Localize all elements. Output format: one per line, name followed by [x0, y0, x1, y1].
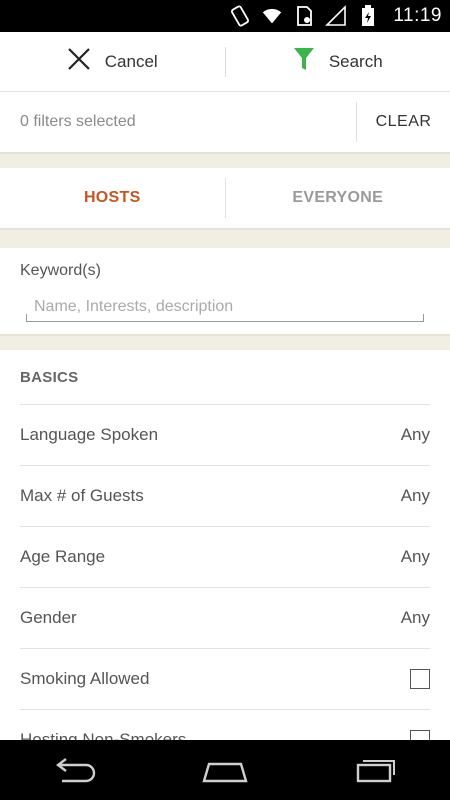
status-time: 11:19 [393, 5, 442, 26]
section-gap [0, 334, 450, 350]
filter-icon [293, 46, 315, 77]
row-label: Language Spoken [20, 425, 159, 444]
section-gap [0, 152, 450, 168]
hosting-non-smokers-row[interactable]: Hosting Non-Smokers [20, 710, 430, 740]
row-label: Age Range [20, 547, 106, 566]
nav-bar [0, 740, 450, 800]
row-label: Max # of Guests [20, 486, 144, 505]
row-value: Any [400, 425, 430, 444]
gender-row[interactable]: Gender Any [20, 588, 430, 649]
search-button[interactable]: Search [226, 32, 450, 91]
sim-icon [293, 5, 315, 27]
max-guests-row[interactable]: Max # of Guests Any [20, 466, 430, 527]
row-value: Any [400, 486, 430, 505]
language-spoken-row[interactable]: Language Spoken Any [20, 405, 430, 466]
tab-everyone[interactable]: EVERYONE [226, 168, 450, 228]
rotate-icon [229, 5, 251, 27]
basics-section: BASICS Language Spoken Any Max # of Gues… [0, 350, 450, 740]
input-edge-left [26, 314, 27, 322]
signal-icon [325, 5, 347, 27]
age-range-row[interactable]: Age Range Any [20, 527, 430, 588]
search-label: Search [328, 51, 383, 71]
row-value: Any [400, 547, 430, 566]
home-icon[interactable] [195, 750, 255, 790]
clear-button[interactable]: CLEAR [357, 92, 450, 152]
back-icon[interactable] [45, 750, 105, 790]
row-label: Gender [20, 608, 77, 627]
section-gap [0, 228, 450, 248]
tab-bar: HOSTS EVERYONE [0, 168, 450, 228]
filters-count: 0 filters selected [20, 113, 136, 130]
status-bar: 11:19 [0, 0, 450, 32]
battery-icon [357, 5, 379, 27]
keyword-label: Keyword(s) [20, 262, 101, 279]
cancel-button[interactable]: Cancel [0, 32, 225, 91]
keyword-input[interactable] [26, 292, 424, 322]
tab-hosts[interactable]: HOSTS [0, 168, 225, 228]
hosting-non-smokers-checkbox[interactable] [410, 730, 430, 740]
keyword-section: Keyword(s) [0, 248, 450, 334]
action-bar: Cancel Search [0, 32, 450, 92]
cancel-label: Cancel [104, 51, 158, 71]
wifi-icon [261, 5, 283, 27]
input-edge-right [423, 314, 424, 322]
row-value: Any [400, 608, 430, 627]
close-icon [67, 47, 91, 76]
smoking-allowed-row[interactable]: Smoking Allowed [20, 649, 430, 710]
row-label: Hosting Non-Smokers [20, 730, 187, 740]
recents-icon[interactable] [345, 750, 405, 790]
smoking-allowed-checkbox[interactable] [410, 669, 430, 689]
row-label: Smoking Allowed [20, 669, 150, 688]
filters-row: 0 filters selected CLEAR [0, 92, 450, 152]
basics-title: BASICS [20, 350, 430, 405]
